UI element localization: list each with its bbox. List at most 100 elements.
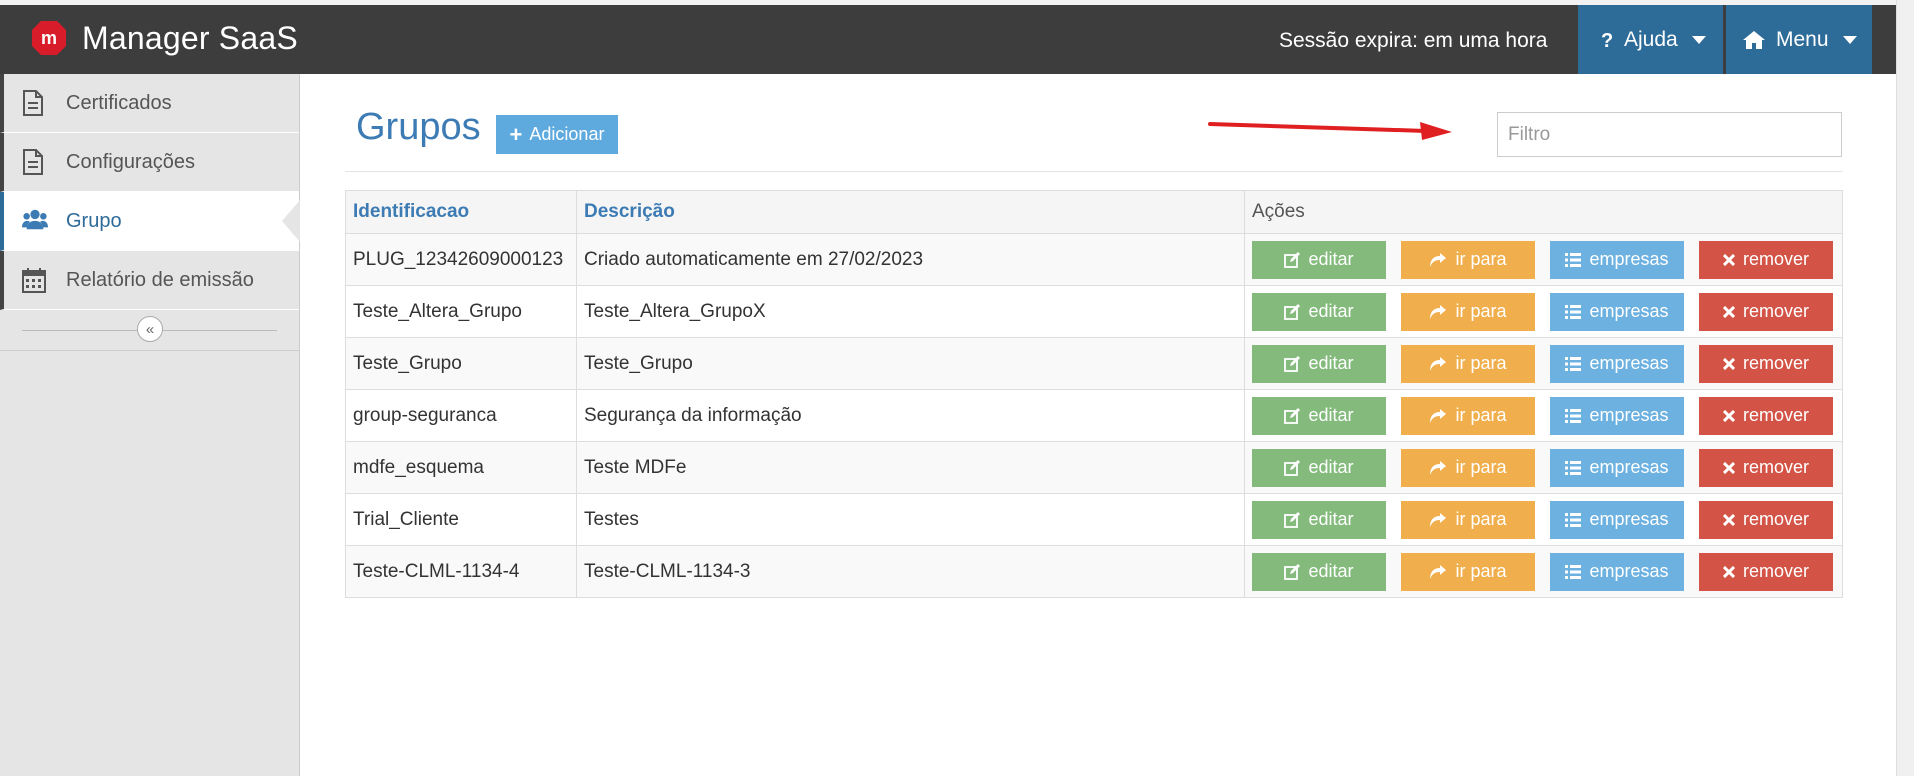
share-arrow-icon bbox=[1429, 512, 1447, 528]
remove-label: remover bbox=[1742, 353, 1809, 373]
table-row: Teste-CLML-1134-4 Teste-CLML-1134-3 edit… bbox=[345, 545, 1843, 598]
remove-button[interactable]: remover bbox=[1699, 552, 1833, 591]
remove-button[interactable]: remover bbox=[1699, 500, 1833, 539]
actions-cell: editar ir para empresas remover bbox=[1244, 441, 1843, 494]
sidebar-item-certificados[interactable]: Certificados bbox=[0, 74, 299, 133]
edit-icon bbox=[1284, 407, 1301, 424]
remove-label: remover bbox=[1742, 509, 1809, 529]
list-icon bbox=[1565, 408, 1582, 423]
share-arrow-icon bbox=[1429, 564, 1447, 580]
group-description-cell: Criado automaticamente em 27/02/2023 bbox=[576, 233, 1245, 286]
share-arrow-icon bbox=[1429, 304, 1447, 320]
edit-button[interactable]: editar bbox=[1252, 500, 1386, 539]
svg-text:m: m bbox=[41, 28, 57, 48]
companies-button[interactable]: empresas bbox=[1550, 448, 1684, 487]
remove-button[interactable]: remover bbox=[1699, 396, 1833, 435]
sidebar-item-grupo[interactable]: Grupo bbox=[0, 192, 300, 251]
column-header-descricao[interactable]: Descrição bbox=[576, 190, 1245, 234]
edit-button[interactable]: editar bbox=[1252, 344, 1386, 383]
actions-cell: editar ir para empresas remover bbox=[1244, 285, 1843, 338]
group-id-cell: PLUG_12342609000123 bbox=[345, 233, 577, 286]
group-id: group-seguranca bbox=[353, 404, 497, 426]
collapse-sidebar-button[interactable]: « bbox=[137, 316, 163, 342]
group-id-cell: Teste-CLML-1134-4 bbox=[345, 545, 577, 598]
help-menu-button[interactable]: ? Ajuda bbox=[1578, 5, 1723, 74]
group-id: mdfe_esquema bbox=[353, 456, 484, 478]
group-id: Teste_Altera_Grupo bbox=[353, 300, 522, 322]
table-row: group-seguranca Segurança da informação … bbox=[345, 389, 1843, 442]
table-row: Trial_Cliente Testes editar ir para empr… bbox=[345, 493, 1843, 546]
edit-icon bbox=[1284, 511, 1301, 528]
caret-down-icon bbox=[1842, 35, 1857, 44]
remove-button[interactable]: remover bbox=[1699, 344, 1833, 383]
go-to-button[interactable]: ir para bbox=[1401, 552, 1535, 591]
main-menu-button[interactable]: Menu bbox=[1726, 5, 1872, 74]
go-to-button[interactable]: ir para bbox=[1401, 448, 1535, 487]
go-to-button[interactable]: ir para bbox=[1401, 240, 1535, 279]
table-row: Teste_Altera_Grupo Teste_Altera_GrupoX e… bbox=[345, 285, 1843, 338]
list-icon bbox=[1565, 252, 1582, 267]
companies-button[interactable]: empresas bbox=[1550, 552, 1684, 591]
edit-icon bbox=[1284, 355, 1301, 372]
go-to-button[interactable]: ir para bbox=[1401, 292, 1535, 331]
edit-label: editar bbox=[1308, 405, 1354, 425]
go-to-button[interactable]: ir para bbox=[1401, 396, 1535, 435]
annotation-arrow bbox=[1208, 122, 1452, 140]
groups-table: Identificacao Descrição Ações PLUG_12342… bbox=[345, 190, 1843, 598]
edit-label: editar bbox=[1308, 457, 1354, 477]
edit-button[interactable]: editar bbox=[1252, 292, 1386, 331]
remove-label: remover bbox=[1742, 405, 1809, 425]
close-icon bbox=[1722, 565, 1735, 578]
companies-button[interactable]: empresas bbox=[1550, 500, 1684, 539]
list-icon bbox=[1565, 356, 1582, 371]
go-to-label: ir para bbox=[1455, 457, 1507, 477]
companies-button[interactable]: empresas bbox=[1550, 344, 1684, 383]
close-icon bbox=[1722, 305, 1735, 318]
go-to-label: ir para bbox=[1455, 301, 1507, 321]
edit-button[interactable]: editar bbox=[1252, 240, 1386, 279]
group-description-cell: Segurança da informação bbox=[576, 389, 1245, 442]
window-scrollbar[interactable] bbox=[1896, 0, 1914, 776]
group-id: Teste_Grupo bbox=[353, 352, 462, 374]
m-logo-icon: m bbox=[30, 19, 68, 57]
brand[interactable]: m Manager SaaS bbox=[30, 19, 298, 57]
sidebar-item-configuracoes[interactable]: Configurações bbox=[0, 133, 299, 192]
add-group-button[interactable]: + Adicionar bbox=[496, 115, 618, 154]
edit-button[interactable]: editar bbox=[1252, 448, 1386, 487]
group-id-cell: Trial_Cliente bbox=[345, 493, 577, 546]
group-description: Testes bbox=[584, 508, 639, 530]
users-icon bbox=[22, 208, 48, 234]
edit-icon bbox=[1284, 459, 1301, 476]
column-header-acoes: Ações bbox=[1244, 190, 1843, 234]
group-description: Teste_Altera_GrupoX bbox=[584, 300, 766, 322]
list-icon bbox=[1565, 460, 1582, 475]
table-row: PLUG_12342609000123 Criado automaticamen… bbox=[345, 233, 1843, 286]
share-arrow-icon bbox=[1429, 408, 1447, 424]
column-header-identificacao[interactable]: Identificacao bbox=[345, 190, 577, 234]
sidebar: Certificados Configurações Grupo Relatór… bbox=[0, 74, 300, 776]
share-arrow-icon bbox=[1429, 460, 1447, 476]
share-arrow-icon bbox=[1429, 252, 1447, 268]
document-icon bbox=[22, 149, 48, 175]
sidebar-item-relatorio-emissao[interactable]: Relatório de emissão bbox=[0, 251, 299, 310]
companies-button[interactable]: empresas bbox=[1550, 292, 1684, 331]
edit-button[interactable]: editar bbox=[1252, 396, 1386, 435]
sidebar-item-label: Configurações bbox=[66, 150, 195, 173]
companies-label: empresas bbox=[1589, 457, 1669, 477]
group-id-cell: mdfe_esquema bbox=[345, 441, 577, 494]
filter-input[interactable] bbox=[1497, 112, 1842, 157]
group-id-cell: Teste_Grupo bbox=[345, 337, 577, 390]
companies-button[interactable]: empresas bbox=[1550, 396, 1684, 435]
actions-cell: editar ir para empresas remover bbox=[1244, 493, 1843, 546]
caret-down-icon bbox=[1691, 35, 1706, 44]
companies-button[interactable]: empresas bbox=[1550, 240, 1684, 279]
remove-button[interactable]: remover bbox=[1699, 292, 1833, 331]
remove-button[interactable]: remover bbox=[1699, 448, 1833, 487]
go-to-button[interactable]: ir para bbox=[1401, 500, 1535, 539]
edit-button[interactable]: editar bbox=[1252, 552, 1386, 591]
sidebar-item-label: Grupo bbox=[66, 209, 122, 232]
go-to-button[interactable]: ir para bbox=[1401, 344, 1535, 383]
close-icon bbox=[1722, 513, 1735, 526]
remove-button[interactable]: remover bbox=[1699, 240, 1833, 279]
list-icon bbox=[1565, 304, 1582, 319]
